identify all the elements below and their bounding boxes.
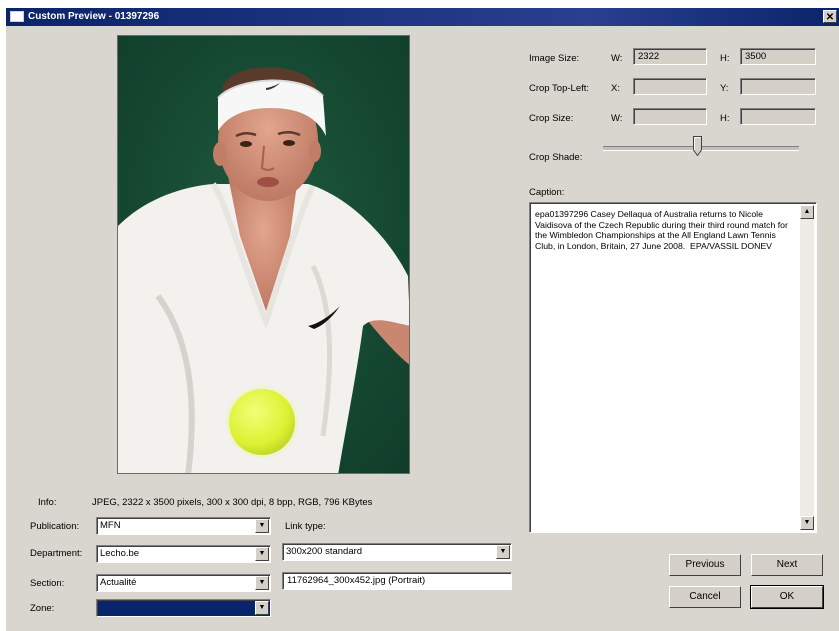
crop-y-label: Y: (720, 83, 729, 94)
publication-label: Publication: (30, 521, 80, 532)
chevron-down-icon[interactable]: ▼ (255, 547, 269, 561)
scroll-down-icon[interactable]: ▼ (800, 516, 814, 530)
caption-label: Caption: (529, 187, 565, 198)
ok-button[interactable]: OK (750, 585, 824, 609)
previous-button[interactable]: Previous (669, 554, 741, 576)
department-select[interactable]: Lecho.be ▼ (96, 545, 271, 563)
chevron-down-icon[interactable]: ▼ (496, 545, 510, 559)
next-button[interactable]: Next (751, 554, 823, 576)
caption-scrollbar[interactable]: ▲ ▼ (800, 205, 814, 530)
crop-height-field (740, 108, 816, 125)
crop-size-label: Crop Size: (529, 113, 574, 124)
publication-select[interactable]: MFN ▼ (96, 517, 271, 535)
tennis-player-photo (118, 36, 409, 473)
cancel-button[interactable]: Cancel (669, 586, 741, 608)
zone-label: Zone: (30, 603, 55, 614)
crop-width-field (633, 108, 707, 125)
close-icon[interactable]: ✕ (823, 10, 837, 23)
chevron-down-icon[interactable]: ▼ (255, 576, 269, 590)
crop-y-field (740, 78, 816, 95)
caption-textarea[interactable]: epa01397296 Casey Dellaqua of Australia … (529, 202, 817, 533)
image-height-field: 3500 (740, 48, 816, 65)
caption-text: epa01397296 Casey Dellaqua of Australia … (535, 209, 791, 251)
crop-shade-label: Crop Shade: (529, 152, 583, 163)
info-label: Info: (38, 497, 57, 508)
info-value: JPEG, 2322 x 3500 pixels, 300 x 300 dpi,… (92, 497, 373, 508)
crop-height-label: H: (720, 113, 730, 124)
crop-x-field (633, 78, 707, 95)
image-width-field: 2322 (633, 48, 707, 65)
chevron-down-icon[interactable]: ▼ (255, 601, 269, 615)
link-type-select[interactable]: 300x200 standard ▼ (282, 543, 512, 561)
image-size-label: Image Size: (529, 53, 580, 64)
window-title: Custom Preview - 01397296 (28, 11, 160, 22)
link-type-value: 300x200 standard (286, 546, 363, 557)
scroll-up-icon[interactable]: ▲ (800, 205, 814, 219)
crop-top-left-label: Crop Top-Left: (529, 83, 590, 94)
image-width-label: W: (611, 53, 623, 64)
image-height-label: H: (720, 53, 730, 64)
crop-shade-slider-thumb[interactable] (692, 136, 702, 156)
chevron-down-icon[interactable]: ▼ (255, 519, 269, 533)
section-select[interactable]: Actualité ▼ (96, 574, 271, 592)
section-value: Actualité (100, 577, 137, 588)
window-icon (10, 11, 24, 22)
link-type-label: Link type: (285, 521, 326, 532)
link-file-field[interactable]: 11762964_300x452.jpg (Portrait) (282, 572, 512, 590)
zone-select[interactable]: ▼ (96, 599, 271, 617)
section-label: Section: (30, 578, 65, 589)
image-preview[interactable] (117, 35, 410, 474)
department-label: Department: (30, 548, 83, 559)
title-bar[interactable]: Custom Preview - 01397296 ✕ (6, 8, 839, 26)
department-value: Lecho.be (100, 548, 140, 559)
crop-width-label: W: (611, 113, 623, 124)
publication-value: MFN (100, 520, 121, 531)
crop-x-label: X: (611, 83, 620, 94)
